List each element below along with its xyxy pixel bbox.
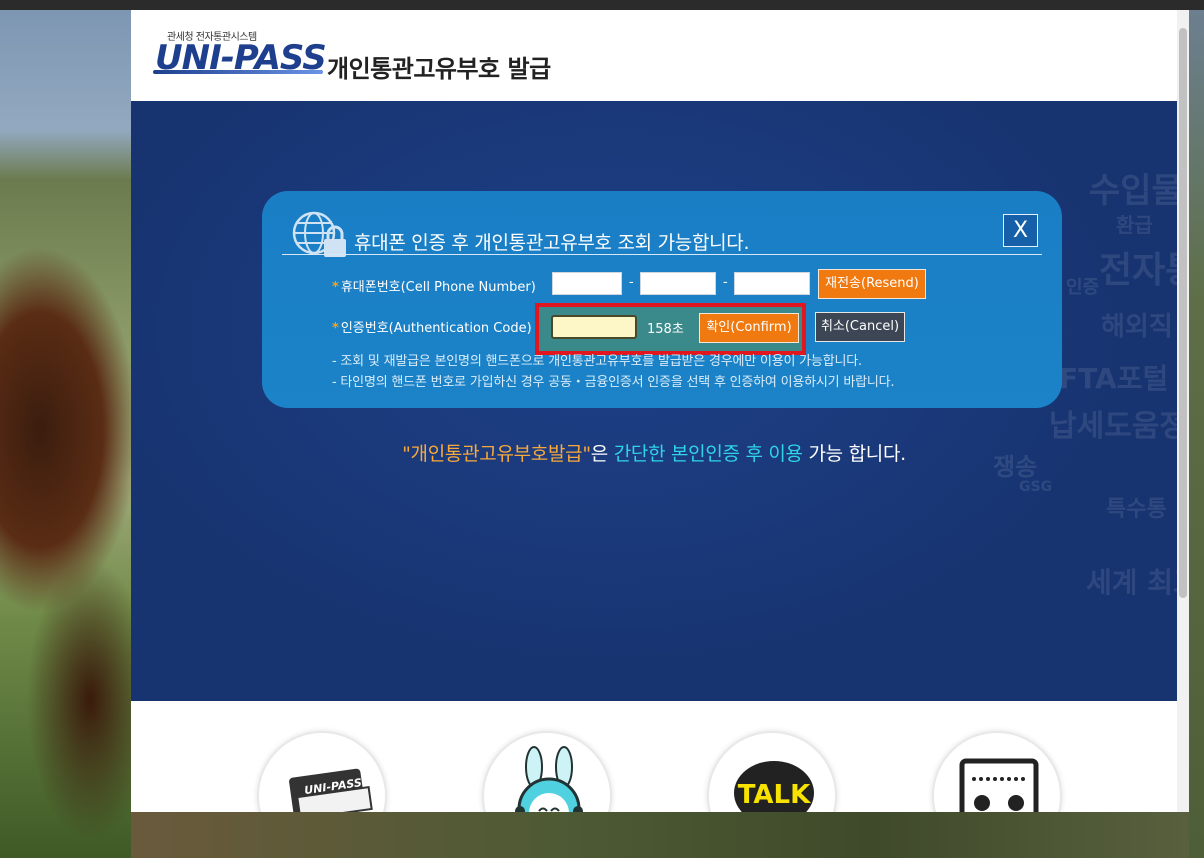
scrollbar-thumb[interactable] [1179,28,1187,598]
watermark-word: 전자통 [1099,250,1177,291]
auth-code-panel: 158초 확인(Confirm) [539,307,802,351]
browser-page: 관세청 전자통관시스템 UNI-PASS 개인통관고유부호 발급 수입물 환급 … [131,10,1177,812]
quick-menu-consultation[interactable] [932,731,1062,812]
phone-separator: - [629,275,634,290]
auth-code-label-text: 인증번호(Authentication Code) [340,321,532,336]
modal-divider [282,254,1042,255]
quick-menu-unipass[interactable]: UNI-PASS [257,731,387,812]
phone-field-3[interactable] [734,272,810,295]
phone-auth-modal: 휴대폰 인증 후 개인통관고유부호 조회 가능합니다. X * 휴대폰번호(Cel… [262,191,1062,408]
desktop-background-right [1189,0,1204,858]
caption-text: 가능 합니다. [802,443,906,465]
watermark-word: 환급 [1116,213,1153,237]
quick-menu-mascot[interactable] [482,731,612,812]
auth-code-input[interactable] [551,315,637,339]
countdown-timer: 158초 [647,322,684,337]
globe-lock-icon [292,211,346,257]
phone-field-2[interactable] [640,272,716,295]
resend-button[interactable]: 재전송(Resend) [818,269,926,299]
browser-top-bar [131,0,1189,10]
notice-line-1: - 조회 및 재발급은 본인명의 핸드폰으로 개인통관고유부호를 발급받은 경우… [332,354,862,369]
uni-pass-book-icon: UNI-PASS [289,768,373,812]
cancel-button[interactable]: 취소(Cancel) [815,312,905,342]
page-scrollbar[interactable] [1177,10,1189,812]
auth-code-highlight: 158초 확인(Confirm) [535,303,806,355]
logo-swoosh [153,70,323,74]
phone-separator: - [723,275,728,290]
kakao-talk-icon: TALK [734,761,814,812]
kakao-talk-text: TALK [738,780,811,810]
phone-field-1[interactable] [552,272,622,295]
caption-service-name: "개인통관고유부호발급" [402,443,591,465]
watermark-word: 수입물 [1089,171,1177,211]
close-button[interactable]: X [1003,214,1038,247]
hero-section: 수입물 환급 전자통 인증 해외직 FTA포털 납세도움정보 쟁송 GSG 특수… [131,101,1177,701]
watermark-word: 세계 최고 [1086,566,1177,599]
caption-text: 은 [590,443,614,465]
rabbit-mascot-icon [515,746,583,812]
notice-line-2: - 타인명의 핸드폰 번호로 가입하신 경우 공동・금융인증서 인증을 선택 후… [332,375,895,390]
desktop-background-bottom [131,812,1189,858]
page-title: 개인통관고유부호 발급 [327,55,551,83]
watermark-word: 인증 [1066,277,1100,298]
phone-number-label-text: 휴대폰번호(Cell Phone Number) [340,280,536,295]
page-header: 관세청 전자통관시스템 UNI-PASS 개인통관고유부호 발급 [131,10,1177,101]
quick-menu-kakaotalk[interactable]: TALK [707,731,837,812]
modal-title: 휴대폰 인증 후 개인통관고유부호 조회 가능합니다. [354,232,750,254]
desktop-background-left [0,0,131,858]
hero-caption: "개인통관고유부호발급"은 간단한 본인인증 후 이용 가능 합니다. [131,439,1177,466]
required-marker: * [332,321,339,336]
required-marker: * [332,280,339,295]
consultation-board-icon [959,758,1039,812]
auth-code-label: * 인증번호(Authentication Code) [332,317,532,336]
watermark-word: 해외직 [1101,312,1173,342]
phone-number-label: * 휴대폰번호(Cell Phone Number) [332,276,536,295]
confirm-button[interactable]: 확인(Confirm) [699,313,799,343]
watermark-word: GSG [1019,479,1053,495]
watermark-word: 특수통 [1106,497,1167,522]
caption-highlight: 간단한 본인인증 후 이용 [613,443,803,465]
watermark-word: FTA포털 [1059,362,1169,395]
quick-menu-strip: UNI-PASS TALK [131,701,1177,812]
